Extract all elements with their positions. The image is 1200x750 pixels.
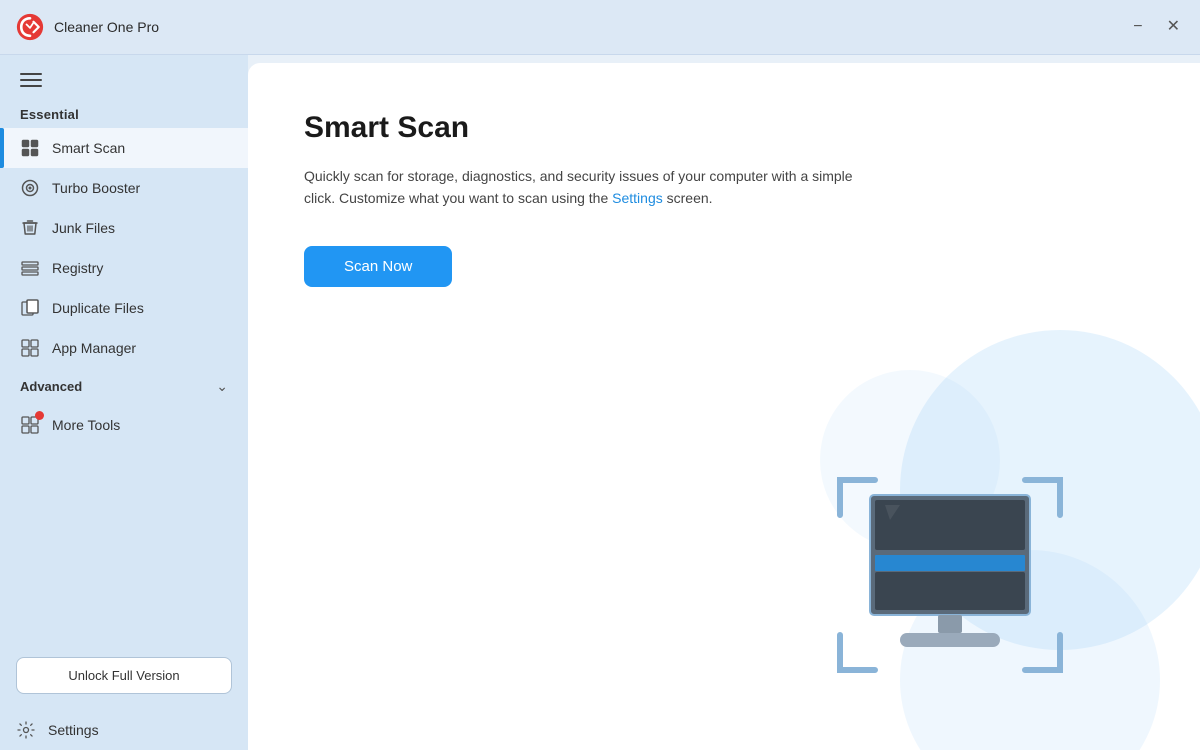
sidebar-label-smart-scan: Smart Scan xyxy=(52,140,228,156)
sidebar-item-smart-scan[interactable]: Smart Scan xyxy=(0,128,248,168)
sidebar: Essential Smart Scan xyxy=(0,55,248,750)
settings-icon xyxy=(16,720,36,740)
sidebar-bottom: Unlock Full Version xyxy=(0,641,248,710)
sidebar-item-duplicate-files[interactable]: Duplicate Files xyxy=(0,288,248,328)
description-text-1: Quickly scan for storage, diagnostics, a… xyxy=(304,168,853,206)
settings-link[interactable]: Settings xyxy=(612,190,663,206)
minimize-button[interactable]: − xyxy=(1129,15,1146,39)
sidebar-label-duplicate-files: Duplicate Files xyxy=(52,300,228,316)
hamburger-line-3 xyxy=(20,85,42,87)
smart-scan-icon xyxy=(20,138,40,158)
page-title: Smart Scan xyxy=(304,111,1144,145)
chevron-down-icon: ⌄ xyxy=(216,378,228,395)
duplicate-files-icon xyxy=(20,298,40,318)
hamburger-menu[interactable] xyxy=(0,55,62,97)
sidebar-label-more-tools: More Tools xyxy=(52,417,228,433)
app-title: Cleaner One Pro xyxy=(54,19,159,35)
turbo-booster-icon xyxy=(20,178,40,198)
page-description: Quickly scan for storage, diagnostics, a… xyxy=(304,165,884,210)
advanced-section[interactable]: Advanced ⌄ xyxy=(0,368,248,405)
title-bar: Cleaner One Pro − ✕ xyxy=(0,0,1200,55)
app-layout: Essential Smart Scan xyxy=(0,55,1200,750)
essential-section-label: Essential xyxy=(0,97,248,128)
sidebar-item-more-tools[interactable]: More Tools xyxy=(0,405,248,445)
sidebar-label-junk-files: Junk Files xyxy=(52,220,228,236)
unlock-full-version-button[interactable]: Unlock Full Version xyxy=(16,657,232,694)
settings-label: Settings xyxy=(48,722,99,738)
hamburger-line-2 xyxy=(20,79,42,81)
window-controls: − ✕ xyxy=(1129,15,1184,39)
sidebar-label-turbo-booster: Turbo Booster xyxy=(52,180,228,196)
sidebar-item-junk-files[interactable]: Junk Files xyxy=(0,208,248,248)
advanced-section-label: Advanced xyxy=(20,379,216,394)
sidebar-item-registry[interactable]: Registry xyxy=(0,248,248,288)
scanner-illustration xyxy=(820,460,1080,690)
app-logo xyxy=(16,13,44,41)
description-text-2: screen. xyxy=(663,190,713,206)
registry-icon xyxy=(20,258,40,278)
sidebar-item-settings[interactable]: Settings xyxy=(0,710,248,750)
sidebar-item-app-manager[interactable]: App Manager xyxy=(0,328,248,368)
notification-dot xyxy=(35,411,44,420)
sidebar-label-registry: Registry xyxy=(52,260,228,276)
hamburger-line-1 xyxy=(20,73,42,75)
sidebar-item-turbo-booster[interactable]: Turbo Booster xyxy=(0,168,248,208)
app-manager-icon xyxy=(20,338,40,358)
scan-now-button[interactable]: Scan Now xyxy=(304,246,452,287)
main-content: Smart Scan Quickly scan for storage, dia… xyxy=(248,63,1200,750)
junk-files-icon xyxy=(20,218,40,238)
close-button[interactable]: ✕ xyxy=(1163,15,1184,39)
sidebar-label-app-manager: App Manager xyxy=(52,340,228,356)
more-tools-icon xyxy=(20,415,40,435)
